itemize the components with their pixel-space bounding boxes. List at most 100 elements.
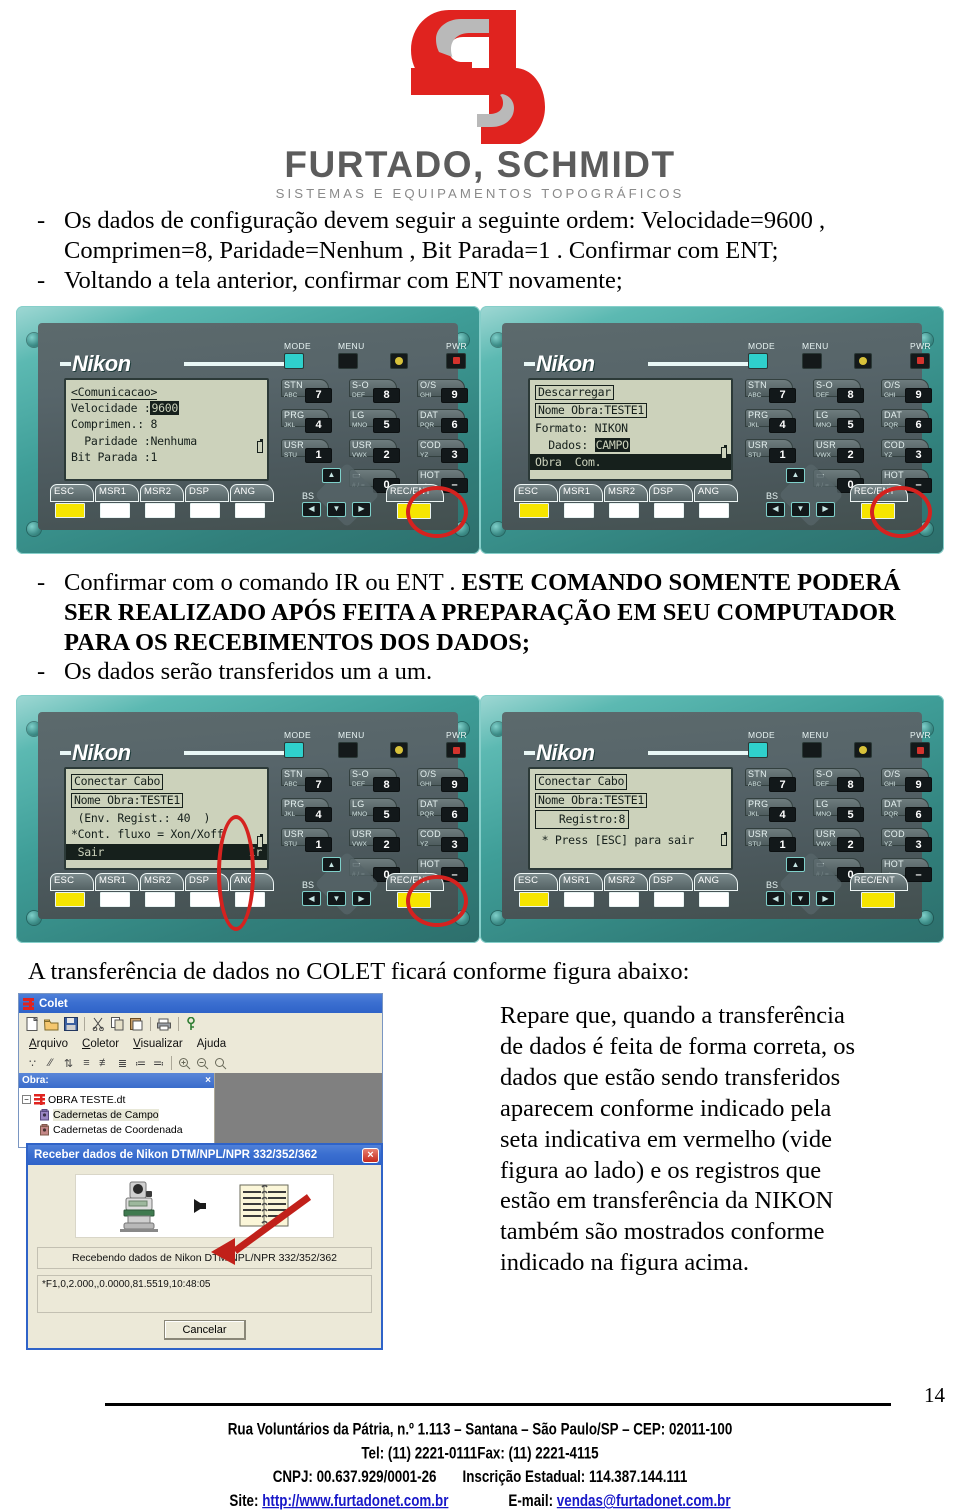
key-usr-1[interactable]: USR STU 1 — [745, 828, 807, 856]
key-prg-4[interactable]: PRG JKL 4 — [745, 408, 807, 437]
footer-site-link[interactable]: http://www.furtadonet.com.br — [262, 1491, 448, 1510]
paste-icon[interactable] — [128, 1016, 145, 1032]
align1-icon[interactable]: ≡ — [78, 1055, 95, 1071]
power-button[interactable] — [910, 742, 930, 759]
close-icon[interactable]: × — [362, 1147, 379, 1163]
arrow-right-icon[interactable]: ▶ — [352, 501, 371, 517]
key-prg-4[interactable]: PRG JKL 4 — [281, 798, 343, 826]
key-os-9[interactable]: O/S GHI 9 — [417, 768, 479, 796]
key-usr-1[interactable]: USR STU 1 — [745, 438, 807, 467]
softkey-ang[interactable]: ANG — [694, 873, 738, 911]
arrow-up-icon[interactable]: ▲ — [786, 857, 805, 873]
arrow-down-icon[interactable]: ▼ — [791, 501, 810, 517]
key-cod-3[interactable]: COD YZ 3 — [417, 828, 479, 856]
tree-child-cadernetas-coordenada[interactable]: Cadernetas de Coordenada — [22, 1122, 212, 1137]
menu-button[interactable] — [802, 352, 822, 369]
save-disk-icon[interactable] — [62, 1016, 79, 1032]
arrow-left-icon[interactable]: ◀ — [302, 501, 321, 517]
menu-button[interactable] — [338, 352, 358, 369]
key-usr-2[interactable]: USR VWX 2 — [813, 828, 875, 856]
key-dat-6[interactable]: DAT PQR 6 — [417, 798, 479, 826]
key-so-8[interactable]: S-O DEF 8 — [349, 378, 411, 407]
key-stn-7[interactable]: STN ABC 7 — [281, 378, 343, 407]
menu-ajuda[interactable]: Ajuda — [197, 1038, 226, 1050]
softkey-esc[interactable]: ESC — [50, 873, 94, 911]
arrow-up-icon[interactable]: ▲ — [322, 467, 341, 483]
mode-button[interactable] — [748, 742, 768, 759]
arrow-left-icon[interactable]: ◀ — [302, 891, 321, 907]
arrow-right-icon[interactable]: ▶ — [352, 891, 371, 907]
xy2-icon[interactable]: ≕ — [150, 1055, 167, 1071]
cut-scissors-icon[interactable] — [90, 1016, 107, 1032]
zoom-in-icon[interactable] — [176, 1055, 193, 1071]
softkey-dsp[interactable]: DSP — [649, 873, 693, 911]
key-so-8[interactable]: S-O DEF 8 — [813, 378, 875, 407]
softkey-msr1[interactable]: MSR1 — [559, 873, 603, 911]
softkey-rec-ent[interactable]: REC/ENT — [850, 873, 908, 913]
arrow-up-icon[interactable]: ▲ — [322, 857, 341, 873]
arrow-right-icon[interactable]: ▶ — [816, 501, 835, 517]
softkey-esc[interactable]: ESC — [514, 873, 558, 911]
key-usr-2[interactable]: USR VWX 2 — [349, 438, 411, 467]
line-icon[interactable]: ⁄⁄ — [42, 1055, 59, 1071]
softkey-msr2[interactable]: MSR2 — [604, 483, 648, 522]
arrow-down-icon[interactable]: ▼ — [327, 501, 346, 517]
arrow-up-icon[interactable]: ▲ — [786, 467, 805, 483]
softkey-msr2[interactable]: MSR2 — [140, 873, 184, 911]
softkey-dsp[interactable]: DSP — [185, 483, 229, 522]
updown-icon[interactable]: ⇅ — [60, 1055, 77, 1071]
power-button[interactable] — [446, 352, 466, 369]
new-file-icon[interactable] — [24, 1016, 41, 1032]
key-cod-3[interactable]: COD YZ 3 — [417, 438, 479, 467]
illumination-button[interactable] — [854, 742, 872, 759]
arrow-down-icon[interactable]: ▼ — [791, 891, 810, 907]
key-prg-4[interactable]: PRG JKL 4 — [281, 408, 343, 437]
help-key-icon[interactable] — [184, 1016, 201, 1032]
expander-icon[interactable]: − — [22, 1095, 31, 1105]
key-usr-1[interactable]: USR STU 1 — [281, 828, 343, 856]
align2-icon[interactable]: ≢ — [96, 1055, 113, 1071]
key-dat-6[interactable]: DAT PQR 6 — [881, 798, 943, 826]
key-stn-7[interactable]: STN ABC 7 — [745, 378, 807, 407]
softkey-esc[interactable]: ESC — [514, 483, 558, 522]
arrow-left-icon[interactable]: ◀ — [766, 501, 785, 517]
key-lg-5[interactable]: LG MNO 5 — [349, 408, 411, 437]
align3-icon[interactable]: ≣ — [114, 1055, 131, 1071]
arrow-left-icon[interactable]: ◀ — [766, 891, 785, 907]
power-button[interactable] — [910, 352, 930, 369]
print-icon[interactable] — [156, 1016, 173, 1032]
softkey-dsp[interactable]: DSP — [649, 483, 693, 522]
key-so-8[interactable]: S-O DEF 8 — [349, 768, 411, 796]
zoom-fit-icon[interactable] — [212, 1055, 229, 1071]
zoom-out-icon[interactable] — [194, 1055, 211, 1071]
close-icon[interactable]: × — [205, 1075, 211, 1086]
tree-root-node[interactable]: − OBRA TESTE.dt — [22, 1092, 212, 1107]
key-prg-4[interactable]: PRG JKL 4 — [745, 798, 807, 826]
key-stn-7[interactable]: STN ABC 7 — [281, 768, 343, 796]
menu-button[interactable] — [338, 742, 358, 759]
softkey-msr1[interactable]: MSR1 — [95, 873, 139, 911]
key-cod-3[interactable]: COD YZ 3 — [881, 828, 943, 856]
menu-visualizar[interactable]: Visualizar — [133, 1038, 183, 1050]
key-os-9[interactable]: O/S GHI 9 — [881, 378, 943, 407]
key-usr-2[interactable]: USR VWX 2 — [813, 438, 875, 467]
calc-icon[interactable]: ∵ — [24, 1055, 41, 1071]
softkey-ang[interactable]: ANG — [230, 483, 274, 522]
key-os-9[interactable]: O/S GHI 9 — [881, 768, 943, 796]
softkey-msr1[interactable]: MSR1 — [95, 483, 139, 522]
open-folder-icon[interactable] — [43, 1016, 60, 1032]
tree-child-cadernetas-campo[interactable]: Cadernetas de Campo — [22, 1107, 212, 1122]
key-lg-5[interactable]: LG MNO 5 — [349, 798, 411, 826]
arrow-down-icon[interactable]: ▼ — [327, 891, 346, 907]
softkey-esc[interactable]: ESC — [50, 483, 94, 522]
illumination-button[interactable] — [390, 742, 408, 759]
softkey-msr2[interactable]: MSR2 — [140, 483, 184, 522]
illumination-button[interactable] — [854, 352, 872, 369]
key-usr-1[interactable]: USR STU 1 — [281, 438, 343, 467]
menu-arquivo[interactable]: Arquivo — [29, 1038, 68, 1050]
key-os-9[interactable]: O/S GHI 9 — [417, 378, 479, 407]
key-cod-3[interactable]: COD YZ 3 — [881, 438, 943, 467]
xy1-icon[interactable]: ≔ — [132, 1055, 149, 1071]
mode-button[interactable] — [284, 742, 304, 759]
mode-button[interactable] — [284, 352, 304, 369]
